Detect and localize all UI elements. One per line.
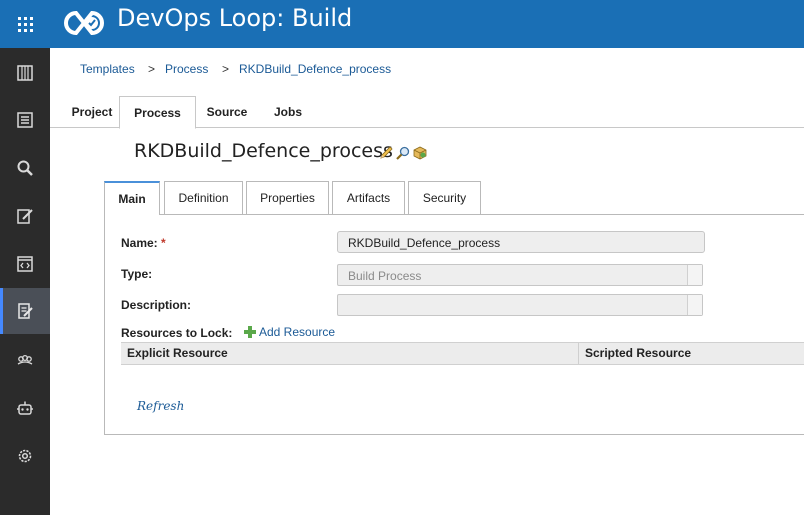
- column-header-scripted[interactable]: Scripted Resource: [578, 343, 804, 364]
- tab-source[interactable]: Source: [200, 96, 254, 128]
- tab-jobs[interactable]: Jobs: [264, 96, 312, 128]
- sidebar-item-code[interactable]: [0, 241, 50, 287]
- type-select[interactable]: Build Process: [337, 264, 703, 286]
- process-tabs: Main Definition Properties Artifacts Sec…: [104, 181, 804, 215]
- column-header-explicit[interactable]: Explicit Resource: [121, 343, 578, 364]
- tab-security[interactable]: Security: [408, 181, 481, 214]
- sidebar-item-team[interactable]: [0, 337, 50, 383]
- build-process-icon: [18, 303, 33, 319]
- magnifier-icon[interactable]: [395, 145, 411, 161]
- breadcrumb-separator: >: [222, 62, 230, 76]
- dropdown-arrow-icon: [687, 265, 702, 285]
- grid-icon[interactable]: [0, 0, 50, 48]
- sidebar-item-board[interactable]: [0, 50, 50, 96]
- breadcrumb-separator: >: [148, 62, 156, 76]
- package-icon[interactable]: [412, 145, 428, 161]
- resources-table: Explicit Resource Scripted Resource: [121, 342, 804, 365]
- add-resource-button[interactable]: Add Resource: [243, 325, 335, 339]
- description-label: Description:: [121, 298, 192, 312]
- field-handle: [687, 295, 702, 315]
- breadcrumb-templates[interactable]: Templates: [80, 62, 135, 76]
- sidebar-item-settings[interactable]: [0, 433, 50, 479]
- title-actions: [378, 145, 428, 161]
- sidebar-item-robot[interactable]: [0, 385, 50, 431]
- tab-properties[interactable]: Properties: [246, 181, 329, 214]
- search-icon: [17, 160, 33, 176]
- sidebar-item-build[interactable]: [0, 288, 50, 334]
- pencil-icon[interactable]: [378, 145, 394, 161]
- refresh-link[interactable]: Refresh: [137, 399, 184, 413]
- tab-artifacts[interactable]: Artifacts: [332, 181, 405, 214]
- resources-label: Resources to Lock:: [121, 326, 233, 340]
- breadcrumb-current[interactable]: RKDBuild_Defence_process: [239, 62, 391, 76]
- edit-icon: [17, 209, 33, 224]
- sidebar-item-list[interactable]: [0, 97, 50, 143]
- list-icon: [17, 112, 33, 128]
- sidebar-item-search[interactable]: [0, 145, 50, 191]
- plus-icon: [244, 326, 256, 338]
- code-icon: [17, 256, 33, 272]
- sidebar-item-edit[interactable]: [0, 193, 50, 239]
- sidebar: [0, 48, 50, 515]
- tab-process[interactable]: Process: [119, 96, 196, 129]
- add-resource-label: Add Resource: [259, 325, 336, 339]
- tab-definition[interactable]: Definition: [164, 181, 243, 214]
- board-icon: [17, 65, 33, 81]
- top-tabs: Project Process Source Jobs: [50, 96, 804, 129]
- page-title: RKDBuild_Defence_process: [134, 140, 393, 162]
- devops-loop-logo: [64, 10, 104, 36]
- app-title: DevOps Loop: Build: [117, 4, 353, 32]
- description-field[interactable]: [337, 294, 703, 316]
- name-label: Name: *: [121, 236, 166, 250]
- type-label: Type:: [121, 267, 153, 281]
- gear-icon: [18, 449, 32, 463]
- breadcrumb-process[interactable]: Process: [165, 62, 208, 76]
- name-field[interactable]: RKDBuild_Defence_process: [337, 231, 705, 253]
- top-bar: DevOps Loop: Build: [0, 0, 804, 48]
- required-mark: *: [161, 236, 166, 250]
- tab-main[interactable]: Main: [104, 181, 160, 215]
- robot-icon: [17, 401, 33, 415]
- tab-project[interactable]: Project: [60, 96, 124, 128]
- team-icon: [17, 354, 33, 365]
